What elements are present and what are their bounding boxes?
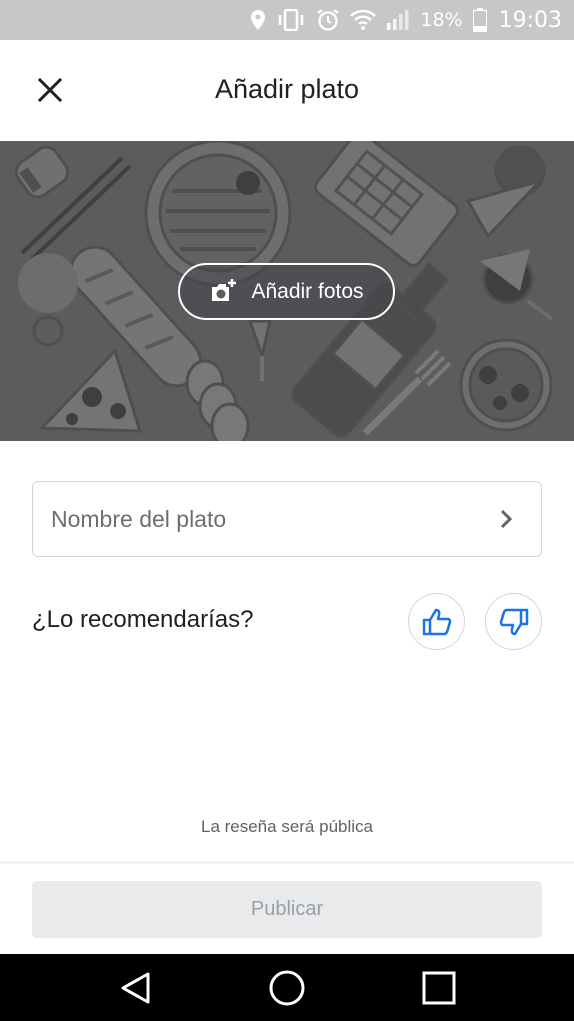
recent-apps-icon (422, 971, 456, 1005)
public-review-note: La reseña será pública (200, 817, 373, 836)
chevron-right-icon (500, 509, 513, 529)
back-icon (121, 972, 150, 1004)
thumb-up-icon (422, 608, 451, 635)
alarm-icon (317, 9, 340, 31)
dish-name-field[interactable]: Nombre del plato (32, 481, 542, 557)
thumb-down-icon (499, 608, 528, 635)
battery-icon (472, 8, 487, 32)
page-title: Añadir plato (214, 74, 360, 104)
status-bar: 18% 19:03 (0, 0, 574, 40)
back-button[interactable] (116, 968, 156, 1008)
system-nav-bar (0, 954, 574, 1021)
thumb-up-button[interactable] (408, 593, 465, 650)
status-time: 19:03 (498, 7, 562, 33)
add-photos-button[interactable]: Añadir fotos (178, 263, 395, 320)
location-icon (251, 10, 266, 30)
recommend-question: ¿Lo recomendarías? (32, 606, 254, 633)
recent-apps-button[interactable] (419, 968, 459, 1008)
home-button[interactable] (267, 968, 307, 1008)
app-bar: Añadir plato (0, 40, 574, 141)
add-photo-camera-icon (212, 278, 237, 301)
signal-icon (387, 10, 409, 30)
thumb-down-button[interactable] (485, 593, 542, 650)
add-photos-label: Añadir fotos (251, 279, 364, 303)
battery-percent: 18% (420, 9, 463, 31)
home-icon (269, 970, 305, 1006)
dish-name-placeholder: Nombre del plato (51, 505, 227, 532)
footer-divider (0, 861, 574, 864)
wifi-icon (350, 9, 377, 30)
publish-button[interactable]: Publicar (32, 881, 542, 938)
vibrate-icon (279, 9, 304, 31)
hero-banner: Añadir fotos (0, 141, 574, 441)
